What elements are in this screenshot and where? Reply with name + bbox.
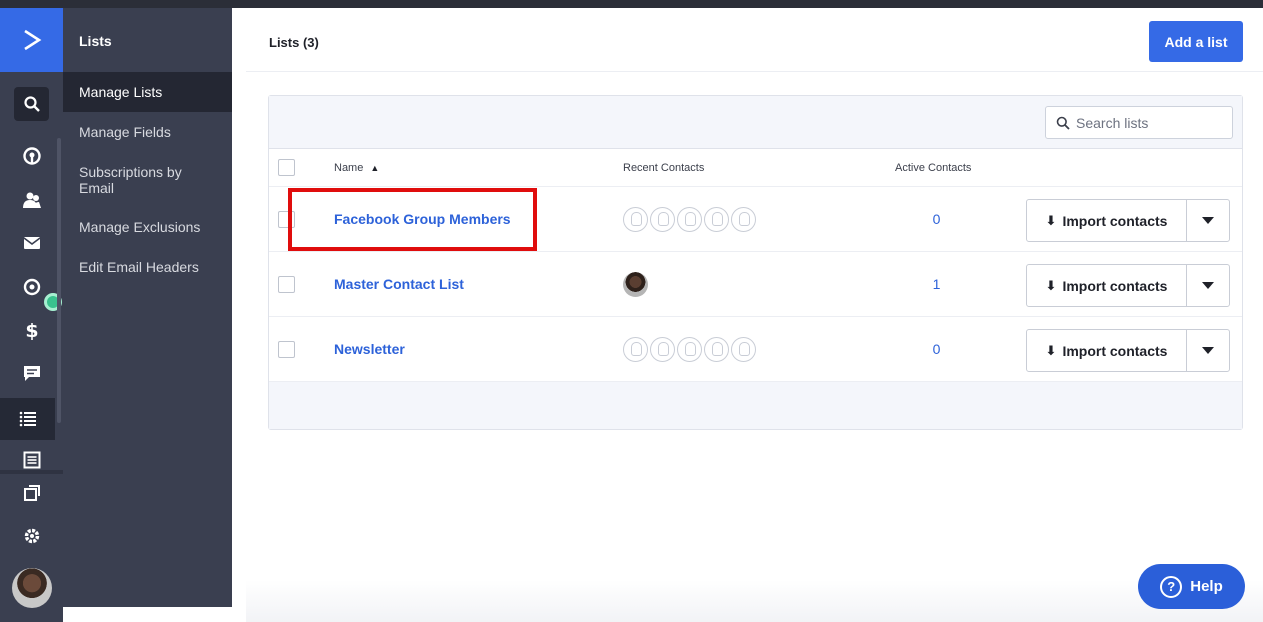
contact-placeholder-icon	[623, 207, 648, 232]
help-label: Help	[1190, 578, 1223, 595]
bottom-fade	[246, 580, 1263, 622]
recent-contacts	[623, 272, 648, 297]
subnav-item-edit-email-headers[interactable]: Edit Email Headers	[63, 259, 232, 275]
chevron-down-icon	[1202, 346, 1214, 354]
download-arrow-icon: ⬇	[1045, 277, 1057, 293]
conversations-icon[interactable]	[0, 353, 63, 393]
sort-ascending-icon: ▲	[370, 163, 380, 173]
contact-placeholder-icon	[650, 207, 675, 232]
help-icon: ?	[1160, 575, 1183, 598]
import-contacts-split-button: ⬇ Import contacts	[1026, 199, 1230, 242]
column-header-recent-contacts: Recent Contacts	[623, 162, 705, 174]
page-title: Lists (3)	[269, 35, 319, 50]
annotation-highlight-box	[288, 188, 537, 251]
subnav-item-subscriptions-by-email[interactable]: Subscriptions by Email	[63, 164, 213, 196]
user-avatar[interactable]	[12, 568, 52, 608]
search-icon	[1056, 116, 1070, 130]
import-contacts-label: Import contacts	[1062, 212, 1168, 229]
contacts-icon[interactable]	[0, 180, 63, 220]
page-header: Lists (3) Add a list	[246, 8, 1263, 72]
lists-icon[interactable]	[0, 398, 55, 440]
subnav-title: Lists	[79, 33, 112, 49]
apps-icon[interactable]	[0, 473, 63, 513]
column-header-active-contacts: Active Contacts	[895, 162, 972, 174]
chevron-down-icon	[1202, 216, 1214, 224]
settings-icon[interactable]	[0, 516, 63, 556]
contact-avatar[interactable]	[623, 272, 648, 297]
row-checkbox[interactable]	[278, 276, 295, 293]
column-header-name[interactable]: Name ▲	[334, 162, 379, 174]
import-options-dropdown[interactable]	[1187, 330, 1229, 371]
select-all-checkbox[interactable]	[278, 159, 295, 176]
import-contacts-label: Import contacts	[1062, 277, 1168, 294]
import-contacts-split-button: ⬇ Import contacts	[1026, 329, 1230, 372]
import-contacts-button[interactable]: ⬇ Import contacts	[1027, 200, 1187, 241]
column-name-label: Name	[334, 162, 364, 174]
download-arrow-icon: ⬇	[1045, 212, 1057, 228]
contact-placeholder-icon	[731, 207, 756, 232]
list-name-link[interactable]: Master Contact List	[334, 276, 464, 292]
lists-subnav: Lists Manage Lists Manage Fields Subscri…	[63, 8, 232, 607]
import-contacts-split-button: ⬇ Import contacts	[1026, 264, 1230, 307]
import-contacts-label: Import contacts	[1062, 342, 1168, 359]
search-lists-field[interactable]	[1045, 106, 1233, 139]
svg-text:$: $	[25, 320, 38, 340]
table-header: Name ▲ Recent Contacts Active Contacts	[269, 149, 1242, 187]
active-contacts-count[interactable]: 1	[869, 276, 1004, 292]
icon-rail: $	[0, 8, 63, 622]
import-options-dropdown[interactable]	[1187, 200, 1229, 241]
deals-icon[interactable]: $	[0, 310, 63, 350]
help-button[interactable]: ? Help	[1138, 564, 1245, 609]
contact-placeholder-icon	[704, 207, 729, 232]
table-footer	[269, 382, 1242, 429]
import-options-dropdown[interactable]	[1187, 265, 1229, 306]
rail-scrollbar[interactable]	[57, 138, 61, 423]
subnav-item-manage-fields[interactable]: Manage Fields	[63, 124, 232, 140]
filter-bar	[269, 96, 1242, 149]
row-checkbox[interactable]	[278, 341, 295, 358]
active-contacts-count[interactable]: 0	[869, 211, 1004, 227]
subnav-item-manage-exclusions[interactable]: Manage Exclusions	[63, 219, 232, 235]
contact-placeholder-icon	[623, 337, 648, 362]
recent-contacts	[623, 207, 756, 232]
email-icon[interactable]	[0, 223, 63, 263]
contact-placeholder-icon	[704, 337, 729, 362]
contact-placeholder-icon	[677, 337, 702, 362]
search-icon[interactable]	[14, 87, 49, 121]
contact-placeholder-icon	[650, 337, 675, 362]
contact-placeholder-icon	[677, 207, 702, 232]
search-lists-input[interactable]	[1076, 114, 1226, 131]
table-row: Newsletter 0 ⬇ Import contacts	[269, 317, 1242, 382]
lists-table-card: Name ▲ Recent Contacts Active Contacts F…	[268, 95, 1243, 430]
import-contacts-button[interactable]: ⬇ Import contacts	[1027, 330, 1187, 371]
recent-contacts	[623, 337, 756, 362]
table-row: Master Contact List 1 ⬇ Import contacts	[269, 252, 1242, 317]
import-contacts-button[interactable]: ⬇ Import contacts	[1027, 265, 1187, 306]
add-list-button[interactable]: Add a list	[1149, 21, 1243, 62]
chevron-down-icon	[1202, 281, 1214, 289]
download-arrow-icon: ⬇	[1045, 342, 1057, 358]
active-contacts-count[interactable]: 0	[869, 341, 1004, 357]
logo-chevron-icon[interactable]	[0, 8, 63, 72]
subnav-item-manage-lists[interactable]: Manage Lists	[63, 72, 232, 112]
reports-icon[interactable]	[0, 136, 63, 176]
window-top-bar	[0, 0, 1263, 8]
list-name-link[interactable]: Newsletter	[334, 341, 405, 357]
contact-placeholder-icon	[731, 337, 756, 362]
